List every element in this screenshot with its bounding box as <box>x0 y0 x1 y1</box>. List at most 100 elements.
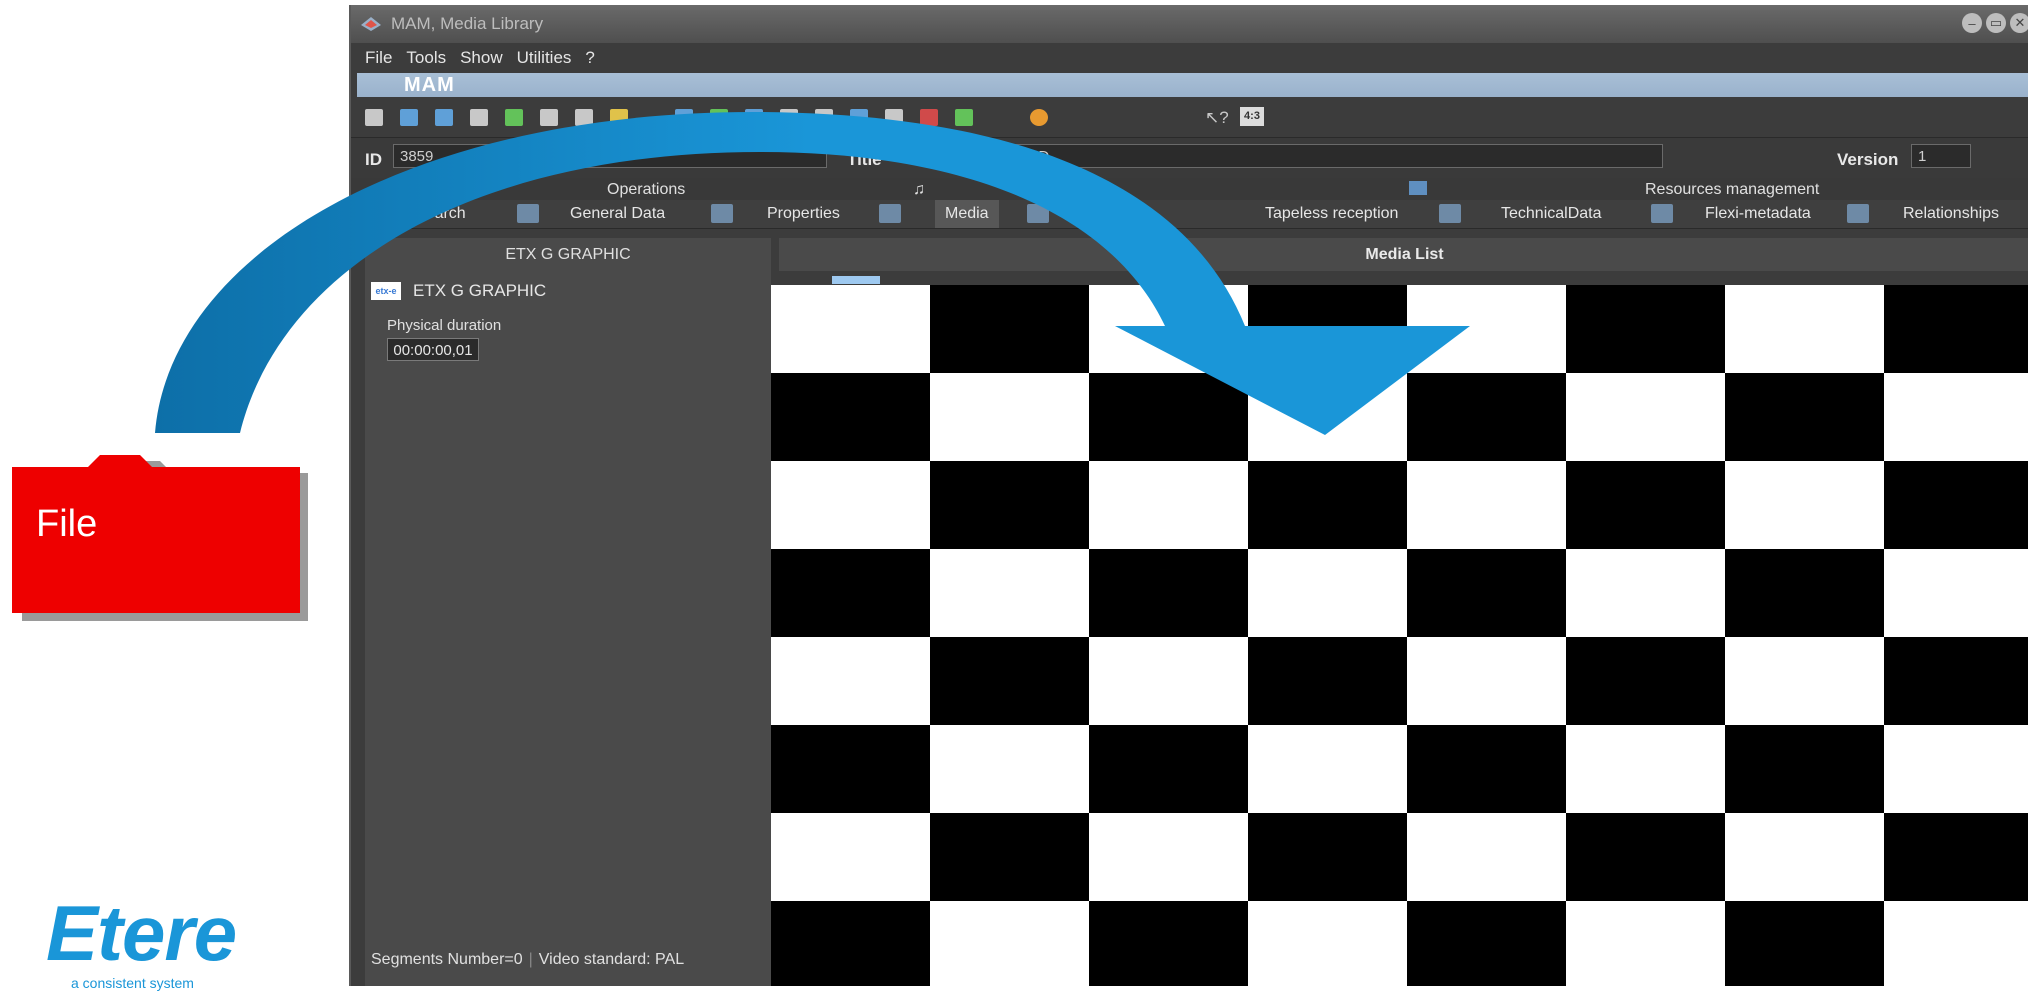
checker-cell <box>1884 637 2028 725</box>
general-data-icon[interactable] <box>517 204 539 223</box>
edit-icon[interactable] <box>400 108 418 126</box>
checker-cell <box>1884 901 2028 986</box>
import-icon[interactable] <box>745 108 763 126</box>
checker-cell <box>1089 285 1248 373</box>
menu-bar: File Tools Show Utilities ? <box>351 43 2028 73</box>
tab-technical-data[interactable]: TechnicalData <box>1501 200 1602 228</box>
properties-icon[interactable] <box>711 204 733 223</box>
menu-help[interactable]: ? <box>585 48 594 68</box>
play-icon[interactable] <box>1030 108 1048 126</box>
segment-item[interactable]: etx-e ETX G GRAPHIC <box>371 281 546 301</box>
menu-utilities[interactable]: Utilities <box>517 48 572 68</box>
resources-icon[interactable] <box>1409 181 1427 195</box>
checker-cell <box>1089 901 1248 986</box>
checker-cell <box>771 549 930 637</box>
media-list-scrollbar[interactable] <box>832 276 880 284</box>
version-field[interactable]: 1 <box>1911 144 1971 168</box>
id-field[interactable]: 3859 <box>393 144 493 168</box>
checker-cell <box>930 901 1089 986</box>
export-icon[interactable] <box>710 108 728 126</box>
checker-cell <box>1248 549 1407 637</box>
video-standard: Video standard: PAL <box>538 951 685 968</box>
checker-cell <box>1089 813 1248 901</box>
print-icon[interactable] <box>575 108 593 126</box>
title-field[interactable]: ETX L... ED <box>963 144 1663 168</box>
technical-data-icon[interactable] <box>1439 204 1461 223</box>
checker-cell <box>1884 813 2028 901</box>
checker-cell <box>1407 373 1566 461</box>
checker-cell <box>1566 725 1725 813</box>
checker-cell <box>1566 285 1725 373</box>
duration-field[interactable]: 00:00:00,01 <box>387 338 479 361</box>
search-icon[interactable]: ★ <box>359 200 373 228</box>
checker-cell <box>1725 373 1884 461</box>
tools-icon[interactable] <box>610 108 628 126</box>
copy-icon[interactable] <box>540 108 558 126</box>
media-list-header: Media List <box>779 238 2028 271</box>
tab-media[interactable]: Media <box>935 200 999 228</box>
checker-cell <box>771 725 930 813</box>
grid-icon[interactable] <box>780 108 798 126</box>
refresh-icon[interactable] <box>505 108 523 126</box>
tab-tapeless-reception[interactable]: Tapeless reception <box>1265 200 1398 228</box>
id-label: ID <box>365 150 382 169</box>
workflow-icon[interactable] <box>1027 204 1049 223</box>
archive-icon[interactable] <box>955 108 973 126</box>
menu-tools[interactable]: Tools <box>406 48 446 68</box>
new-icon[interactable] <box>365 108 383 126</box>
tab-group-operations[interactable]: Operations <box>607 181 685 199</box>
menu-show[interactable]: Show <box>460 48 503 68</box>
checker-cell <box>1884 285 2028 373</box>
segments-number: Segments Number=0 <box>371 951 523 968</box>
tab-flexi-metadata[interactable]: Flexi-metadata <box>1705 200 1811 228</box>
music-note-icon[interactable]: ♫ <box>913 181 925 199</box>
relationships-icon[interactable] <box>1847 204 1869 223</box>
segment-panel-header: ETX G GRAPHIC <box>505 246 631 263</box>
checker-cell <box>1566 901 1725 986</box>
tab-group-resources[interactable]: Resources management <box>1645 181 1819 199</box>
code-label: Code <box>505 150 548 169</box>
window-title: MAM, Media Library <box>391 14 544 33</box>
checker-cell <box>1407 725 1566 813</box>
flexi-metadata-icon[interactable] <box>1651 204 1673 223</box>
checker-cell <box>930 637 1089 725</box>
undo-icon[interactable] <box>470 108 488 126</box>
checker-cell <box>1248 373 1407 461</box>
etere-tagline: a consistent system <box>71 975 194 991</box>
close-icon[interactable]: ✕ <box>2010 13 2028 33</box>
spellcheck-icon[interactable] <box>920 108 938 126</box>
file-label: File <box>36 503 98 545</box>
tab-search[interactable]: Search <box>415 200 466 228</box>
media-preview[interactable] <box>771 285 2028 986</box>
aspect-ratio-icon[interactable]: 4:3 <box>1240 107 1264 126</box>
checker-cell <box>771 813 930 901</box>
checker-cell <box>771 285 930 373</box>
media-icon[interactable] <box>815 108 833 126</box>
media-tab-icon[interactable] <box>879 204 901 223</box>
menu-file[interactable]: File <box>365 48 392 68</box>
checker-cell <box>1407 637 1566 725</box>
tab-t-workflow[interactable]: T-Workflo <box>1083 200 1151 228</box>
checker-cell <box>1248 461 1407 549</box>
minimize-icon[interactable]: – <box>1962 13 1982 33</box>
tab-group-row: Operations ♫ Resources management <box>351 178 2028 200</box>
checker-cell <box>1566 637 1725 725</box>
checker-cell <box>1248 901 1407 986</box>
clip-icon[interactable] <box>850 108 868 126</box>
help-pointer-icon[interactable]: ↖? <box>1205 108 1229 128</box>
tab-properties[interactable]: Properties <box>767 200 840 228</box>
checker-cell <box>1407 549 1566 637</box>
save-icon[interactable] <box>435 108 453 126</box>
record-header: ID 3859 Code 3859 Title ETX L... ED Vers… <box>351 137 2028 178</box>
checker-cell <box>771 901 930 986</box>
segment-status-bar: Segments Number=0 | Video standard: PAL <box>371 951 685 968</box>
list-icon[interactable] <box>675 108 693 126</box>
document-icon[interactable] <box>885 108 903 126</box>
tab-relationships[interactable]: Relationships <box>1903 200 1999 228</box>
checker-cell <box>930 461 1089 549</box>
code-field[interactable]: 3859 <box>579 144 827 168</box>
maximize-icon[interactable]: ▭ <box>1986 13 2006 33</box>
tab-general-data[interactable]: General Data <box>570 200 665 228</box>
checker-cell <box>1884 549 2028 637</box>
checker-cell <box>1566 461 1725 549</box>
